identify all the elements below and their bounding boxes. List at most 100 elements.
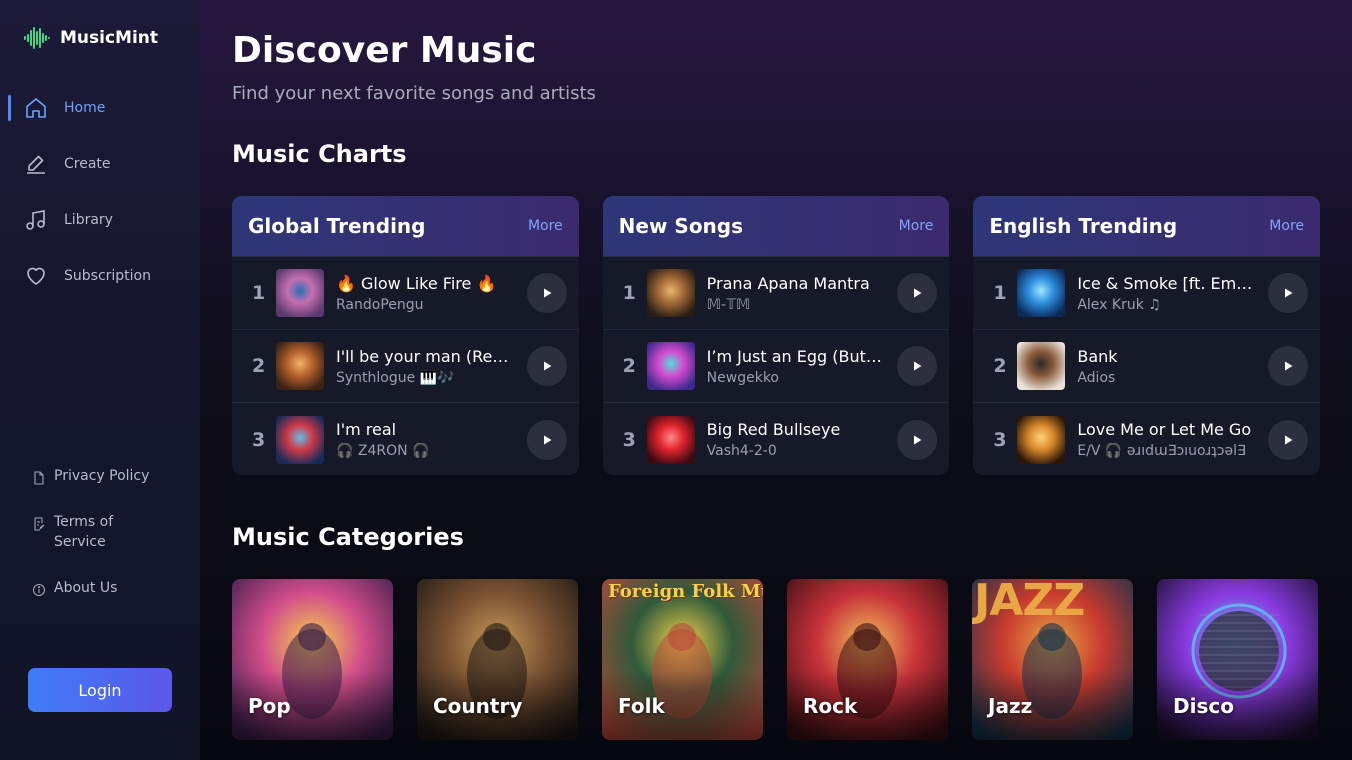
category-card-disco[interactable]: Disco [1157,579,1318,740]
about-us-label: About Us [54,580,118,596]
play-icon [1285,435,1293,444]
track-artist[interactable]: Adios [1077,370,1255,386]
track-row[interactable]: 3 I'm real 🎧 Z4RON 🎧 [232,403,579,475]
track-row[interactable]: 2 I'll be your man (Remix) Synthlogue 🎹🎶 [232,330,579,403]
category-label: Jazz [988,694,1033,718]
track-info: I'll be your man (Remix) Synthlogue 🎹🎶 [336,347,514,386]
track-row[interactable]: 1 Prana Apana Mantra 𝕄-𝕋𝕄 [602,257,950,330]
chart-header: Global Trending More [232,196,579,257]
play-button[interactable] [526,346,567,386]
play-button[interactable] [1268,346,1309,386]
track-rank: 2 [993,355,1007,377]
track-artist[interactable]: Newgekko [707,370,885,386]
terms-of-service-link[interactable]: Terms of Service [32,512,182,552]
track-info: 🔥 Glow Like Fire 🔥 RandoPengu [336,274,514,313]
track-title: Big Red Bullseye [706,420,841,439]
track-artist[interactable]: Vash4-2-0 [707,443,885,459]
track-row[interactable]: 1 Ice & Smoke [ft. Emily] Alex Kruk ♫ [973,257,1321,330]
play-button[interactable] [1268,419,1309,460]
track-artist[interactable]: E/V 🎧 ǝɹıdɯ∃ɔıuoɹʇɔǝl∃ [1077,443,1255,459]
sidebar-item-home[interactable]: Home [0,80,200,136]
privacy-policy-link[interactable]: Privacy Policy [32,466,182,486]
track-title: I'm real [336,420,397,439]
play-icon [543,435,552,444]
play-icon [1285,361,1293,371]
track-row[interactable]: 2 I’m Just an Egg (But I Dream) Newgekko [602,330,950,403]
play-button[interactable] [526,273,567,313]
sidebar-item-label: Home [64,100,106,116]
track-row[interactable]: 2 Bank Adios [973,330,1321,403]
track-info: I'm real 🎧 Z4RON 🎧 [336,420,514,459]
more-link[interactable]: More [899,218,934,234]
login-button[interactable]: Login [28,668,172,712]
chart-title: English Trending [989,214,1178,238]
track-artist[interactable]: 🎧 Z4RON 🎧 [336,443,514,459]
track-rank: 3 [622,428,636,451]
logo[interactable]: MusicMint [24,26,158,50]
track-artist[interactable]: RandoPengu [336,297,514,313]
soundwave-logo-icon [24,27,50,49]
about-us-link[interactable]: About Us [32,578,182,598]
track-row[interactable]: 1 🔥 Glow Like Fire 🔥 RandoPengu [232,257,579,330]
category-label: Rock [803,694,858,718]
track-cover[interactable] [646,342,695,390]
terms-of-service-label: Terms of Service [54,514,114,550]
track-rank: 1 [993,282,1007,304]
app-name: MusicMint [60,28,159,48]
track-cover[interactable] [646,269,695,317]
document-icon [32,470,46,485]
play-button[interactable] [1268,273,1309,313]
category-card-folk[interactable]: Foreign Folk Music Folk [602,579,763,740]
music-categories: Pop Country Foreign Folk Music Folk Rock… [232,579,1320,740]
category-card-country[interactable]: Country [417,579,578,740]
play-button[interactable] [897,419,938,460]
music-charts-title: Music Charts [232,140,407,168]
more-link[interactable]: More [1269,218,1304,234]
chart-header: New Songs More [602,196,950,257]
track-cover[interactable] [1017,415,1066,464]
track-cover[interactable] [646,415,695,464]
track-title: Love Me or Let Me Go [1077,420,1252,439]
category-label: Pop [248,694,291,718]
track-cover[interactable] [276,269,324,317]
play-button[interactable] [897,273,938,313]
track-cover[interactable] [276,342,324,390]
chart-title: New Songs [618,214,744,238]
track-row[interactable]: 3 Love Me or Let Me Go E/V 🎧 ǝɹıdɯ∃ɔıuoɹ… [973,403,1320,475]
sidebar-nav: Home Create Library Subscription [0,80,200,304]
sidebar-item-label: Subscription [64,268,151,284]
sidebar-item-subscription[interactable]: Subscription [0,248,200,304]
track-cover[interactable] [1017,342,1066,390]
category-card-rock[interactable]: Rock [787,579,948,740]
track-cover[interactable] [1017,269,1066,317]
sidebar: MusicMint Home Create Library Subscripti… [0,0,200,760]
main-content: Discover Music Find your next favorite s… [200,0,1352,760]
category-label: Disco [1173,694,1234,718]
play-button[interactable] [897,346,938,386]
track-rank: 1 [252,282,266,304]
track-info: I’m Just an Egg (But I Dream) Newgekko [707,347,885,386]
track-artist[interactable]: 𝕄-𝕋𝕄 [707,297,885,313]
chart-card-english-trending: English Trending More 1 Ice & Smoke [ft.… [973,196,1321,475]
track-info: Love Me or Let Me Go E/V 🎧 ǝɹıdɯ∃ɔıuoɹʇɔ… [1077,420,1255,459]
track-row[interactable]: 3 Big Red Bullseye Vash4-2-0 [603,403,950,475]
sidebar-item-library[interactable]: Library [0,192,200,248]
category-card-jazz[interactable]: JAZZ Jazz [972,579,1133,740]
track-info: Prana Apana Mantra 𝕄-𝕋𝕄 [707,274,885,313]
sidebar-item-create[interactable]: Create [0,136,200,192]
document-edit-icon [32,516,46,531]
category-card-pop[interactable]: Pop [232,579,393,740]
home-icon [24,96,48,120]
track-artist[interactable]: Synthlogue 🎹🎶 [336,370,514,386]
track-artist[interactable]: Alex Kruk ♫ [1077,297,1255,313]
folk-banner-text: Foreign Folk Music [608,581,763,602]
track-rank: 3 [993,428,1007,451]
music-categories-title: Music Categories [232,523,464,551]
track-info: Ice & Smoke [ft. Emily] Alex Kruk ♫ [1077,274,1255,313]
heart-icon [24,264,48,288]
play-button[interactable] [526,419,567,460]
more-link[interactable]: More [528,218,563,234]
track-rank: 1 [622,282,636,304]
track-cover[interactable] [276,415,324,464]
play-icon [543,288,552,298]
